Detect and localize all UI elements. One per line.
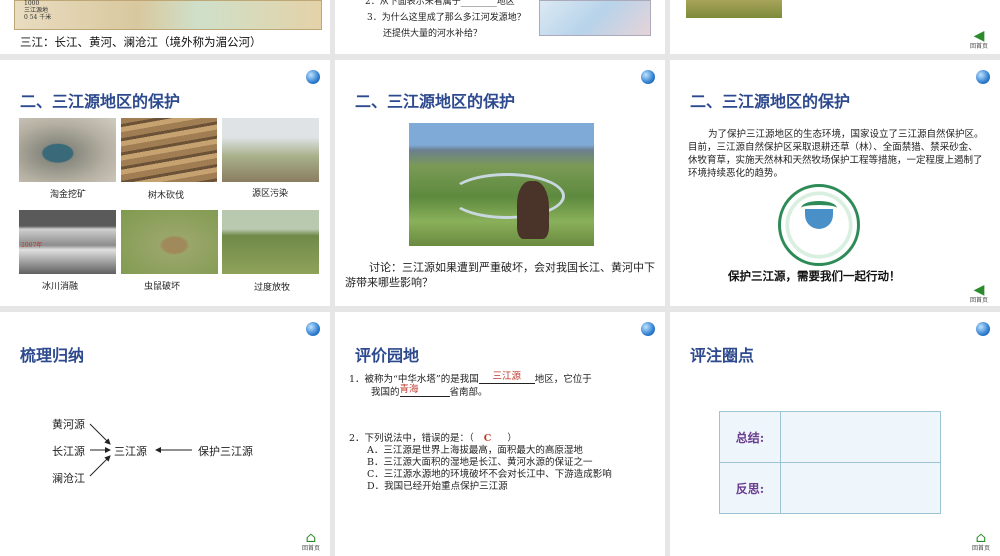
question-1: 1．被称为“中华水塔”的是我国 三江源 地区，它位于 我国的青海 省南部。	[349, 371, 592, 398]
reflection-label: 反思:	[719, 462, 781, 514]
reflection-field[interactable]	[780, 462, 941, 514]
rodent-photo	[121, 210, 218, 274]
option-a: A．三江源是世界上海拔最高，面积最大的高原湿地	[367, 445, 583, 456]
slide-4[interactable]: 二、三江源地区的保护 淘金挖矿 树木砍伐 源区污染 2007年 冰川消融 虫鼠破…	[0, 60, 330, 306]
map-thumbnail	[539, 0, 651, 36]
slide-2[interactable]: 2．从下面表示来看属于________地区 3．为什么这里成了那么多江河发源地？…	[335, 0, 665, 54]
slide-6[interactable]: 二、三江源地区的保护 为了保护三江源地区的生态环境，国家设立了三江源自然保护区。…	[670, 60, 1000, 306]
grassland-photo	[686, 0, 782, 18]
option-d: D．我国已经开始重点保护三江源	[367, 481, 508, 492]
slide-5[interactable]: 二、三江源地区的保护 讨论：三江源如果遭到严重破坏，会对我国长江、黄河中下游带来…	[335, 60, 665, 306]
answer-2: 青海	[399, 384, 450, 397]
globe-icon	[641, 322, 655, 336]
slide-7[interactable]: 梳理归纳 黄河源 长江源 澜沧江 三江源 保护三江源 ⌂ 回首页	[0, 312, 330, 556]
reserve-logo	[778, 184, 860, 266]
flow-arrows	[89, 423, 192, 477]
option-c: C．三江源水源地的环境破坏不会对长江中、下游造成影响	[367, 469, 612, 480]
glacier-year: 2007年	[21, 242, 43, 249]
home-icon[interactable]: ⌂ 回首页	[970, 530, 992, 552]
globe-icon	[976, 70, 990, 84]
discussion-text: 讨论：三江源如果遭到严重破坏，会对我国长江、黄河中下游带来哪些影响？	[345, 261, 655, 289]
rock	[517, 181, 549, 239]
caption-pollution: 源区污染	[251, 189, 288, 199]
home-icon[interactable]: ◀ 回首页	[968, 282, 990, 304]
wetland-photo	[409, 123, 594, 246]
caption-grazing: 过度放牧	[253, 283, 290, 293]
rivers-caption: 三江：长江、黄河、澜沧江（境外称为湄公河）	[20, 35, 262, 49]
slide-title: 二、三江源地区的保护	[20, 92, 181, 111]
map-image	[14, 0, 322, 30]
summary-label: 总结:	[719, 411, 781, 463]
home-icon[interactable]: ⌂ 回首页	[300, 530, 322, 552]
caption-glacier: 冰川消融	[41, 282, 78, 292]
slogan: 保护三江源，需要我们一起行动！	[728, 269, 901, 283]
question-2: 2．从下面表示来看属于________地区	[365, 0, 515, 7]
summary-field[interactable]	[780, 411, 941, 463]
caption-mining: 淘金挖矿	[49, 190, 86, 200]
grazing-photo	[222, 210, 319, 274]
slide-title: 评价园地	[355, 346, 420, 365]
question-3b: 还提供大量的河水补给？	[383, 29, 483, 39]
mining-photo	[19, 118, 116, 182]
answer-3: C	[483, 433, 492, 444]
logging-photo	[121, 118, 217, 182]
home-icon[interactable]: ◀ 回首页	[968, 28, 990, 50]
slide-1[interactable]: 1000 三江源地 0 54 千米 三江：长江、黄河、澜沧江（境外称为湄公河）	[0, 0, 330, 54]
map-legend: 1000 三江源地 0 54 千米	[24, 0, 52, 21]
evaluation-table: 总结: 反思:	[719, 411, 941, 514]
slide-title: 二、三江源地区的保护	[355, 92, 516, 111]
glacier-photo: 2007年	[19, 210, 116, 274]
slide-8[interactable]: 评价园地 1．被称为“中华水塔”的是我国 三江源 地区，它位于 我国的青海 省南部。 …	[335, 312, 665, 556]
caption-rodent: 虫鼠破坏	[143, 282, 180, 292]
caption-logging: 树木砍伐	[147, 191, 184, 201]
pollution-photo	[222, 118, 319, 182]
slide-title: 评注圈点	[690, 346, 755, 365]
globe-icon	[641, 70, 655, 84]
slide-9[interactable]: 评注圈点 总结: 反思: ⌂ 回首页	[670, 312, 1000, 556]
protection-paragraph: 为了保护三江源地区的生态环境，国家设立了三江源自然保护区。目前，三江源自然保护区…	[688, 129, 984, 179]
slide-title: 二、三江源地区的保护	[690, 92, 851, 111]
answer-1: 三江源	[478, 371, 535, 384]
slide-3[interactable]: ◀ 回首页	[670, 0, 1000, 54]
question-3: 3．为什么这里成了那么多江河发源地？	[367, 13, 526, 23]
globe-icon	[306, 70, 320, 84]
globe-icon	[976, 322, 990, 336]
option-b: B．三江源大面积的湿地是长江、黄河水源的保证之一	[367, 457, 593, 468]
question-2: 2．下列说法中，错误的是：（ C） A．三江源是世界上海拔最高，面积最大的高原湿地…	[349, 433, 665, 493]
